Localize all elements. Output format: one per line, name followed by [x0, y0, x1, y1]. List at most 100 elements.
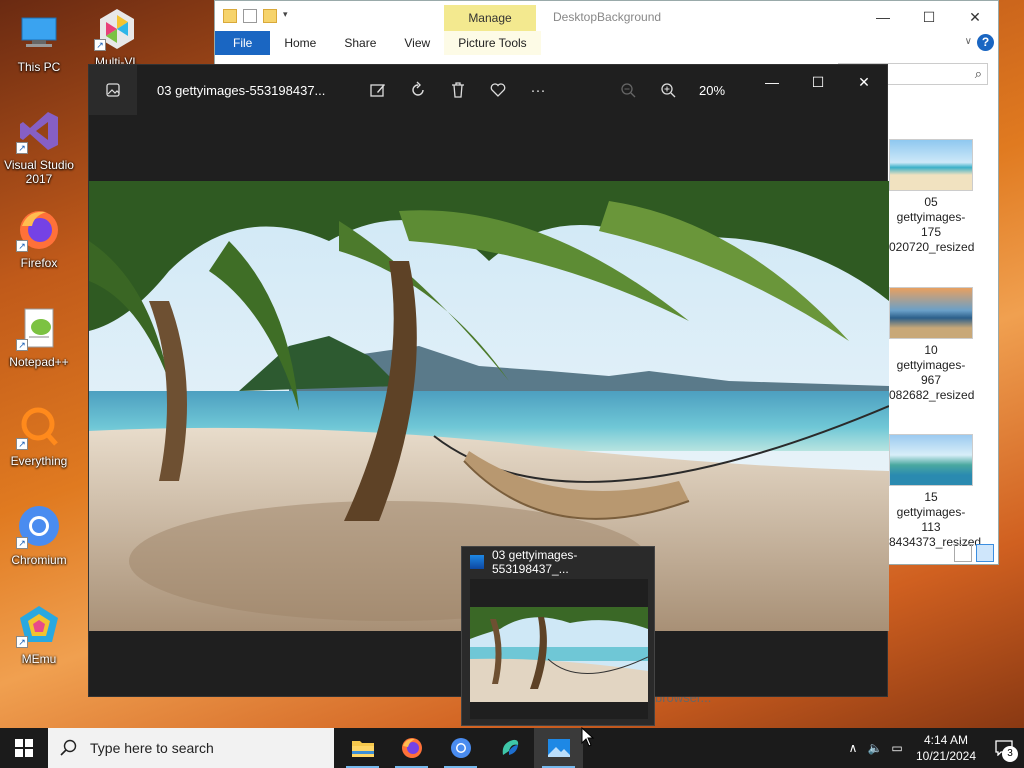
- thumbnail-image: [889, 434, 973, 486]
- file-name-line: gettyimages-113: [896, 505, 966, 534]
- zoom-in-icon[interactable]: [659, 81, 677, 99]
- tab-home[interactable]: Home: [270, 31, 330, 55]
- file-name-line: 020720_resized: [889, 240, 975, 254]
- file-thumbnail[interactable]: 05 gettyimages-175 020720_resized: [889, 139, 975, 255]
- volume-muted-icon[interactable]: 🔈: [864, 741, 886, 755]
- desktop-icon-memu[interactable]: ↗ MEmu: [0, 602, 78, 666]
- tab-file[interactable]: File: [215, 31, 271, 55]
- maximize-button[interactable]: ☐: [906, 3, 952, 31]
- taskbar-app-chromium[interactable]: [436, 728, 485, 768]
- file-name-line: 15: [924, 490, 938, 504]
- shortcut-arrow-icon: ↗: [16, 537, 28, 549]
- properties-icon[interactable]: [243, 9, 257, 23]
- preview-title: 03 gettyimages-553198437_...: [491, 548, 578, 576]
- chevron-down-icon[interactable]: ∨: [965, 36, 972, 47]
- shortcut-arrow-icon: ↗: [16, 339, 28, 351]
- window-controls: — ☐ ✕: [749, 65, 887, 99]
- start-button[interactable]: [0, 728, 48, 768]
- large-icons-view-icon[interactable]: [976, 544, 994, 562]
- clock-date: 10/21/2024: [915, 749, 977, 763]
- multivl-icon: [502, 739, 518, 755]
- desktop-icon-everything[interactable]: ↗ Everything: [0, 404, 78, 468]
- taskbar-app-multivl[interactable]: [485, 728, 534, 768]
- delete-icon[interactable]: [449, 81, 467, 99]
- shortcut-arrow-icon: ↗: [16, 142, 28, 154]
- edit-icon[interactable]: [369, 81, 387, 99]
- notepadpp-icon: ↗: [16, 305, 62, 351]
- details-view-icon[interactable]: [954, 544, 972, 562]
- memu-icon: ↗: [16, 602, 62, 648]
- desktop-icon-this-pc[interactable]: This PC: [0, 10, 78, 74]
- visual-studio-icon: ↗: [16, 108, 62, 154]
- desktop-icon-label: Notepad++: [9, 355, 69, 369]
- file-thumbnail[interactable]: 15 gettyimages-113 8434373_resized: [889, 434, 981, 550]
- window-controls: — ☐ ✕: [860, 3, 998, 31]
- tab-view[interactable]: View: [390, 31, 444, 55]
- chevron-up-icon[interactable]: ∧: [842, 741, 864, 755]
- taskbar-search-box[interactable]: Type here to search: [48, 728, 334, 768]
- clock[interactable]: 4:14 AM 10/21/2024: [908, 732, 984, 764]
- desktop-icon-label: Chromium: [11, 553, 67, 567]
- firefox-icon: [401, 738, 422, 758]
- rotate-icon[interactable]: [409, 81, 427, 99]
- preview-thumbnail[interactable]: [470, 579, 648, 719]
- zoom-controls: 20%: [619, 65, 725, 115]
- file-name-line: 05: [924, 195, 938, 209]
- firefox-icon: ↗: [16, 206, 62, 252]
- taskbar-app-file-explorer[interactable]: [338, 728, 387, 768]
- ribbon-tabs: File Home Share View Picture Tools ∨ ?: [215, 31, 998, 55]
- taskbar-apps: [338, 728, 583, 768]
- action-center-button[interactable]: 3: [984, 728, 1024, 768]
- chromium-icon: ↗: [16, 503, 62, 549]
- see-all-photos-button[interactable]: [89, 65, 137, 115]
- clock-time: 4:14 AM: [923, 733, 969, 747]
- everything-icon: ↗: [16, 404, 62, 450]
- taskbar: Type here to search ∧ 🔈 ▭ 4:14 AM 10/21/…: [0, 728, 1024, 768]
- help-icon[interactable]: ?: [977, 34, 994, 51]
- taskbar-app-firefox[interactable]: [387, 728, 436, 768]
- this-pc-icon: [16, 10, 62, 56]
- desktop-icon-firefox[interactable]: ↗ Firefox: [0, 206, 78, 270]
- new-folder-icon[interactable]: [263, 9, 277, 23]
- desktop-icon-label: Firefox: [20, 256, 58, 270]
- search-icon: [60, 739, 77, 756]
- quick-access-toolbar: ▾: [215, 9, 293, 23]
- tab-share[interactable]: Share: [330, 31, 390, 55]
- customize-toolbar-icon[interactable]: ▾: [283, 9, 293, 23]
- close-button[interactable]: ✕: [952, 3, 998, 31]
- shortcut-arrow-icon: ↗: [16, 636, 28, 648]
- tab-picture-tools[interactable]: Picture Tools: [444, 31, 541, 55]
- folder-icon[interactable]: [223, 9, 237, 23]
- more-icon[interactable]: ···: [529, 81, 547, 99]
- desktop-icon-multivl[interactable]: ↗ Multi-VL: [78, 5, 156, 69]
- zoom-level[interactable]: 20%: [699, 81, 725, 99]
- file-name-line: 082682_resized: [889, 388, 975, 402]
- preview-title-bar: 03 gettyimages-553198437_...: [462, 547, 654, 577]
- minimize-button[interactable]: —: [749, 65, 795, 99]
- file-thumbnail[interactable]: 10 gettyimages-967 082682_resized: [889, 287, 975, 403]
- network-icon[interactable]: ▭: [886, 741, 908, 755]
- photo-title: 03 gettyimages-553198437...: [157, 82, 326, 98]
- desktop-icon-label: Visual Studio 2017: [4, 158, 74, 186]
- file-explorer-icon: [351, 741, 374, 757]
- desktop-icon-chromium[interactable]: ↗ Chromium: [0, 503, 78, 567]
- favorite-icon[interactable]: [489, 81, 507, 99]
- desktop-icon-label: This PC: [17, 60, 61, 74]
- search-placeholder: Type here to search: [90, 740, 214, 756]
- close-button[interactable]: ✕: [841, 65, 887, 99]
- chromium-icon: [450, 738, 471, 758]
- photos-icon: [547, 739, 570, 757]
- taskbar-app-photos[interactable]: [534, 728, 583, 768]
- minimize-button[interactable]: —: [860, 3, 906, 31]
- tab-manage[interactable]: Manage: [444, 5, 536, 31]
- desktop-icon-visual-studio[interactable]: ↗ Visual Studio 2017: [0, 108, 78, 186]
- photos-icon: [470, 555, 484, 569]
- desktop-icon-notepadpp[interactable]: ↗ Notepad++: [0, 305, 78, 369]
- shortcut-arrow-icon: ↗: [16, 438, 28, 450]
- zoom-out-icon[interactable]: [619, 81, 637, 99]
- notification-count-badge: 3: [1002, 746, 1018, 762]
- taskbar-window-preview[interactable]: 03 gettyimages-553198437_...: [461, 546, 655, 726]
- view-toggle: [954, 544, 994, 562]
- thumbnail-image: [889, 287, 973, 339]
- maximize-button[interactable]: ☐: [795, 65, 841, 99]
